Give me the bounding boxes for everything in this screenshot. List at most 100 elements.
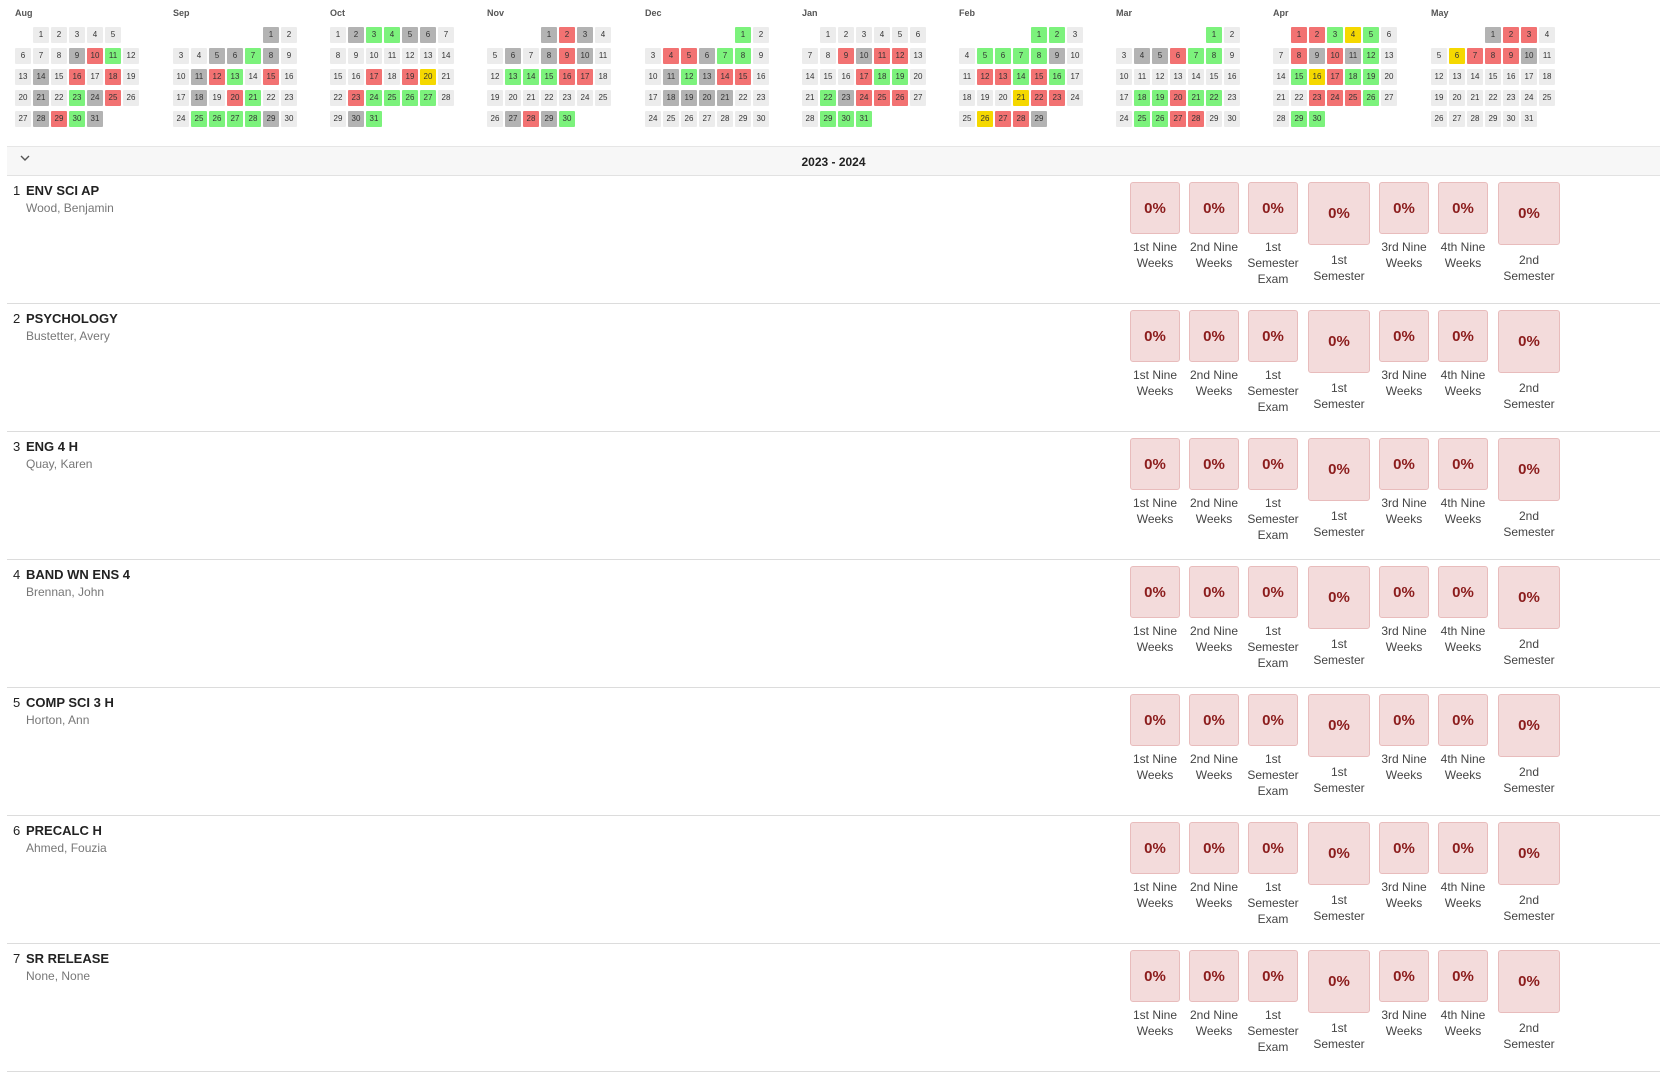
calendar-day[interactable]: 9: [1049, 48, 1065, 64]
calendar-day[interactable]: 1: [263, 27, 279, 43]
calendar-day[interactable]: 28: [1188, 111, 1204, 127]
grade-cell[interactable]: 0% 1st Semester Exam: [1245, 694, 1301, 799]
calendar-day[interactable]: 25: [1345, 90, 1361, 106]
calendar-day[interactable]: 12: [1152, 69, 1168, 85]
calendar-day[interactable]: 1: [33, 27, 49, 43]
calendar-day[interactable]: 19: [1431, 90, 1447, 106]
grade-percent-box[interactable]: 0%: [1189, 950, 1239, 1002]
grade-cell[interactable]: 0% 2nd Semester: [1498, 694, 1560, 796]
calendar-day[interactable]: 1: [541, 27, 557, 43]
calendar-day[interactable]: 17: [645, 90, 661, 106]
grade-cell[interactable]: 0% 3rd Nine Weeks: [1376, 822, 1432, 911]
grade-percent-box[interactable]: 0%: [1498, 182, 1560, 245]
grade-percent-box[interactable]: 0%: [1379, 310, 1429, 362]
calendar-day[interactable]: 22: [330, 90, 346, 106]
calendar-day[interactable]: 8: [541, 48, 557, 64]
calendar-day[interactable]: 16: [1503, 69, 1519, 85]
calendar-day[interactable]: 10: [645, 69, 661, 85]
calendar-day[interactable]: 14: [523, 69, 539, 85]
grade-cell[interactable]: 0% 1st Semester: [1308, 822, 1370, 924]
grade-cell[interactable]: 0% 3rd Nine Weeks: [1376, 310, 1432, 399]
grade-percent-box[interactable]: 0%: [1438, 566, 1488, 618]
calendar-day[interactable]: 5: [487, 48, 503, 64]
grade-cell[interactable]: 0% 1st Semester Exam: [1245, 822, 1301, 927]
calendar-day[interactable]: 24: [645, 111, 661, 127]
calendar-day[interactable]: 25: [1134, 111, 1150, 127]
calendar-day[interactable]: 13: [1381, 48, 1397, 64]
calendar-day[interactable]: 19: [977, 90, 993, 106]
grade-cell[interactable]: 0% 1st Semester: [1308, 566, 1370, 668]
calendar-day[interactable]: 9: [281, 48, 297, 64]
calendar-day[interactable]: 20: [505, 90, 521, 106]
calendar-day[interactable]: 2: [1049, 27, 1065, 43]
calendar-day[interactable]: 18: [191, 90, 207, 106]
calendar-day[interactable]: 24: [1116, 111, 1132, 127]
calendar-day[interactable]: 9: [559, 48, 575, 64]
calendar-day[interactable]: 30: [348, 111, 364, 127]
calendar-day[interactable]: 7: [33, 48, 49, 64]
calendar-day[interactable]: 21: [717, 90, 733, 106]
calendar-day[interactable]: 28: [1467, 111, 1483, 127]
grade-cell[interactable]: 0% 1st Semester Exam: [1245, 566, 1301, 671]
grade-percent-box[interactable]: 0%: [1498, 822, 1560, 885]
calendar-day[interactable]: 18: [959, 90, 975, 106]
calendar-day[interactable]: 12: [1363, 48, 1379, 64]
grade-percent-box[interactable]: 0%: [1130, 438, 1180, 490]
calendar-day[interactable]: 15: [51, 69, 67, 85]
calendar-day[interactable]: 26: [209, 111, 225, 127]
calendar-day[interactable]: 10: [87, 48, 103, 64]
grade-cell[interactable]: 0% 2nd Semester: [1498, 822, 1560, 924]
calendar-day[interactable]: 15: [330, 69, 346, 85]
grade-percent-box[interactable]: 0%: [1438, 694, 1488, 746]
calendar-day[interactable]: 14: [33, 69, 49, 85]
calendar-day[interactable]: 8: [1485, 48, 1501, 64]
grade-cell[interactable]: 0% 1st Semester: [1308, 310, 1370, 412]
calendar-day[interactable]: 20: [910, 69, 926, 85]
grade-cell[interactable]: 0% 4th Nine Weeks: [1435, 438, 1491, 527]
calendar-day[interactable]: 16: [69, 69, 85, 85]
calendar-day[interactable]: 7: [717, 48, 733, 64]
calendar-day[interactable]: 28: [1013, 111, 1029, 127]
calendar-day[interactable]: 21: [1467, 90, 1483, 106]
calendar-day[interactable]: 10: [1116, 69, 1132, 85]
calendar-day[interactable]: 13: [227, 69, 243, 85]
grade-cell[interactable]: 0% 2nd Nine Weeks: [1186, 694, 1242, 783]
calendar-day[interactable]: 21: [1273, 90, 1289, 106]
calendar-day[interactable]: 29: [330, 111, 346, 127]
calendar-day[interactable]: 1: [1206, 27, 1222, 43]
course-name[interactable]: COMP SCI 3 H: [26, 695, 114, 710]
grade-percent-box[interactable]: 0%: [1130, 182, 1180, 234]
calendar-day[interactable]: 21: [1188, 90, 1204, 106]
calendar-day[interactable]: 9: [1224, 48, 1240, 64]
calendar-day[interactable]: 15: [263, 69, 279, 85]
calendar-day[interactable]: 27: [1170, 111, 1186, 127]
calendar-day[interactable]: 11: [384, 48, 400, 64]
calendar-day[interactable]: 21: [523, 90, 539, 106]
calendar-day[interactable]: 5: [681, 48, 697, 64]
calendar-day[interactable]: 4: [1539, 27, 1555, 43]
calendar-day[interactable]: 29: [1206, 111, 1222, 127]
calendar-day[interactable]: 31: [856, 111, 872, 127]
calendar-day[interactable]: 12: [977, 69, 993, 85]
calendar-day[interactable]: 24: [1067, 90, 1083, 106]
grade-percent-box[interactable]: 0%: [1438, 438, 1488, 490]
grade-cell[interactable]: 0% 1st Semester Exam: [1245, 950, 1301, 1055]
grade-cell[interactable]: 0% 1st Semester: [1308, 182, 1370, 284]
calendar-day[interactable]: 4: [384, 27, 400, 43]
calendar-day[interactable]: 18: [1345, 69, 1361, 85]
calendar-day[interactable]: 6: [227, 48, 243, 64]
grade-percent-box[interactable]: 0%: [1248, 182, 1298, 234]
calendar-day[interactable]: 19: [681, 90, 697, 106]
calendar-day[interactable]: 16: [559, 69, 575, 85]
calendar-day[interactable]: 31: [366, 111, 382, 127]
grade-cell[interactable]: 0% 4th Nine Weeks: [1435, 182, 1491, 271]
calendar-day[interactable]: 22: [1485, 90, 1501, 106]
calendar-day[interactable]: 27: [699, 111, 715, 127]
grade-cell[interactable]: 0% 3rd Nine Weeks: [1376, 950, 1432, 1039]
calendar-day[interactable]: 2: [753, 27, 769, 43]
calendar-day[interactable]: 28: [717, 111, 733, 127]
calendar-day[interactable]: 6: [995, 48, 1011, 64]
grade-cell[interactable]: 0% 4th Nine Weeks: [1435, 310, 1491, 399]
calendar-day[interactable]: 10: [366, 48, 382, 64]
calendar-day[interactable]: 27: [910, 90, 926, 106]
